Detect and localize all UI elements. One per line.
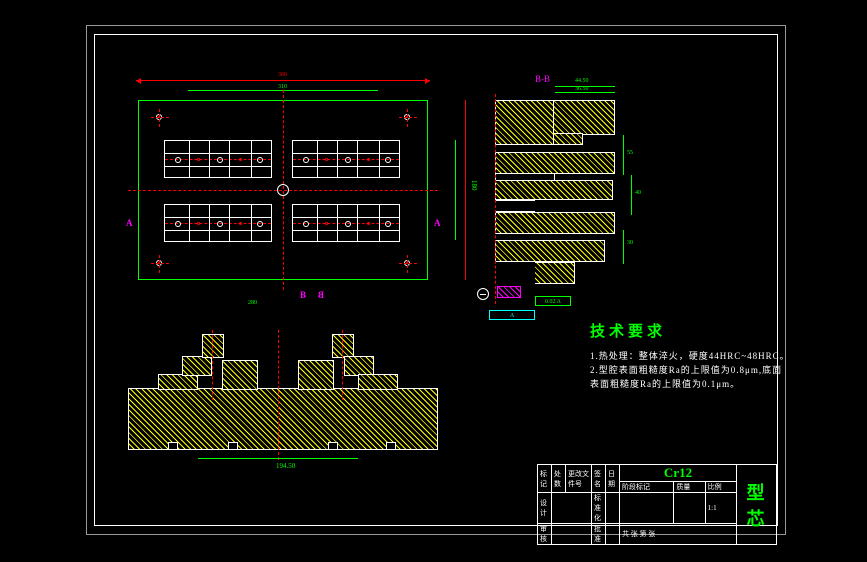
- tech-title: 技术要求: [590, 320, 790, 341]
- plan-view: 360 310 180: [128, 80, 438, 290]
- dimension-text: 280: [248, 300, 257, 306]
- title-block-table: 标记 处数 更改文件号 签名 日期 Cr12 型芯 阶段标记 质量 比例 设计 …: [537, 464, 777, 545]
- centerline-v: [342, 330, 343, 400]
- tb-cell: 共 张 第 张: [620, 524, 737, 545]
- centerline-v: [278, 330, 279, 460]
- hatched-region: [182, 356, 212, 376]
- tb-cell: 质量: [674, 482, 705, 493]
- dimension-text: 44.50: [575, 78, 589, 84]
- tb-cell: [606, 493, 620, 524]
- tb-cell: 标准化: [592, 493, 606, 524]
- dim-line: [631, 175, 632, 215]
- dim-line: [136, 80, 430, 81]
- datum-target: [477, 288, 489, 300]
- dim-line: [455, 140, 456, 240]
- centerline-v: [495, 94, 496, 304]
- hatched-region: [495, 152, 615, 174]
- tb-cell: 日期: [606, 465, 620, 493]
- dim-line: [555, 92, 615, 93]
- dimension-text: 55: [627, 150, 633, 156]
- cavity-block: [292, 140, 400, 178]
- tb-cell: 设计: [538, 493, 552, 524]
- hatched-region: [158, 374, 198, 390]
- insert-region: [497, 286, 521, 298]
- tb-cell: 批准: [592, 524, 606, 545]
- section-mark-a: A: [126, 218, 133, 228]
- hatched-region: [495, 100, 555, 145]
- corner-hole: [404, 114, 410, 120]
- hatched-region: [128, 388, 438, 450]
- hatched-region: [202, 334, 224, 358]
- tb-part-name: 型芯: [737, 465, 777, 545]
- cad-workspace[interactable]: 360 310 180: [0, 0, 867, 562]
- dimension-text: 194.50: [276, 462, 295, 470]
- dim-line: [198, 458, 358, 459]
- datum-box: A: [489, 310, 535, 320]
- tb-scale: 1:1: [705, 493, 736, 524]
- hatched-region: [495, 240, 605, 262]
- center-boss: [277, 184, 289, 196]
- hatched-region: [495, 212, 615, 234]
- section-mark-b: B: [318, 290, 324, 300]
- corner-hole: [156, 114, 162, 120]
- centerline-v: [212, 330, 213, 400]
- cavity-block: [164, 204, 272, 242]
- dim-line: [623, 230, 624, 264]
- tb-cell: [606, 524, 620, 545]
- geo-tolerance-box: 0.02 A: [535, 296, 571, 306]
- tech-line: 表面粗糙度Ra的上限值为0.1μm。: [590, 377, 790, 391]
- tb-cell: [674, 493, 705, 524]
- tb-cell: 处数: [552, 465, 566, 493]
- section-mark-a: A: [434, 218, 441, 228]
- dimension-text: 360: [278, 72, 287, 78]
- corner-hole: [404, 260, 410, 266]
- dim-line: [623, 135, 624, 175]
- hatched-region: [553, 133, 583, 145]
- hatched-region: [358, 374, 398, 390]
- dimension-text: 40: [635, 190, 641, 196]
- hatched-region: [298, 360, 334, 390]
- hatched-region: [332, 334, 354, 358]
- corner-hole: [156, 260, 162, 266]
- section-aa-view: 194.50: [128, 330, 438, 460]
- dimension-text: 30: [627, 240, 633, 246]
- tb-cell: [552, 524, 592, 545]
- tb-material: Cr12: [620, 465, 737, 482]
- tb-cell: 比例: [705, 482, 736, 493]
- notch: [228, 442, 238, 450]
- section-bb-view: B-B 44.50 36.50 55 40 30 0.02 A A: [475, 80, 645, 330]
- tb-cell: 更改文件号: [566, 465, 592, 493]
- cavity-block: [164, 140, 272, 178]
- notch: [168, 442, 178, 450]
- technical-requirements: 技术要求 1.热处理：整体淬火，硬度44HRC~48HRC。 2.型腔表面粗糙度…: [590, 320, 790, 391]
- section-mark-b: B: [300, 290, 306, 300]
- tb-cell: [620, 493, 674, 524]
- cavity-block: [292, 204, 400, 242]
- section-label-bb: B-B: [535, 74, 550, 84]
- hatched-region: [222, 360, 258, 390]
- hatched-region: [495, 180, 613, 200]
- title-block: 标记 处数 更改文件号 签名 日期 Cr12 型芯 阶段标记 质量 比例 设计 …: [537, 464, 777, 526]
- tech-line: 2.型腔表面粗糙度Ra的上限值为0.8μm,底面: [590, 363, 790, 377]
- notch: [386, 442, 396, 450]
- tb-cell: 阶段标记: [620, 482, 674, 493]
- tech-line: 1.热处理：整体淬火，硬度44HRC~48HRC。: [590, 349, 790, 363]
- tb-cell: 标记: [538, 465, 552, 493]
- dim-line: [465, 100, 466, 280]
- tb-cell: 签名: [592, 465, 606, 493]
- hatched-region: [535, 262, 575, 284]
- tb-cell: [552, 493, 592, 524]
- dimension-text: 36.50: [575, 86, 589, 92]
- hatched-region: [344, 356, 374, 376]
- notch: [328, 442, 338, 450]
- hatched-region: [553, 100, 615, 135]
- tb-cell: 审核: [538, 524, 552, 545]
- gap-feature: [495, 200, 535, 212]
